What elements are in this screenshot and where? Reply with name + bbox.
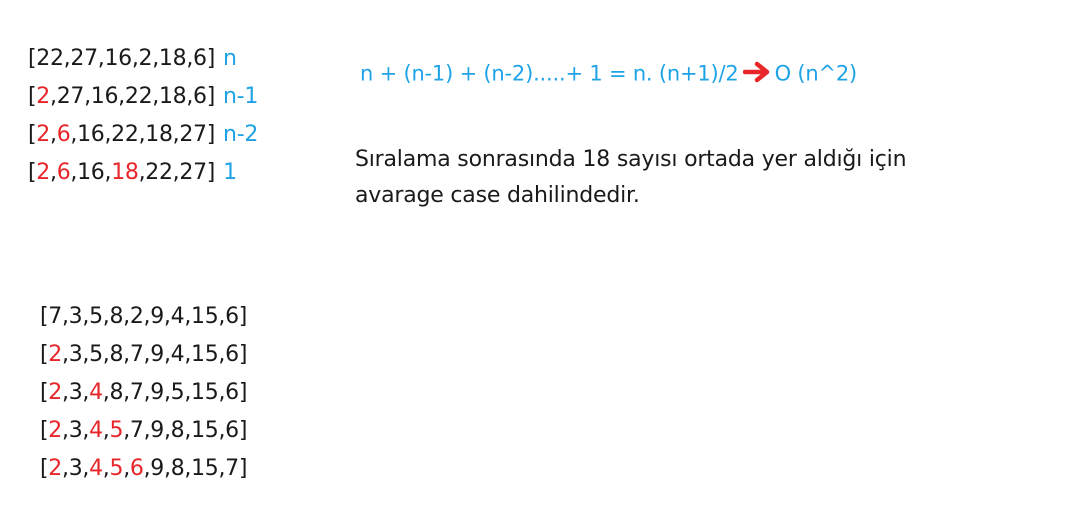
right-arrow-icon [742,61,773,88]
top-array-line: [2,27,16,22,18,6] n-1 [28,86,258,108]
highlighted-number: 2 [48,456,62,481]
array-text: , [102,456,110,481]
bottom-array-line: [2,3,4,5,7,9,8,15,6] [40,420,247,442]
bottom-array-line: [2,3,4,8,7,9,5,15,6] [40,382,247,404]
array-text: , [123,456,130,481]
highlighted-number: 2 [36,122,50,147]
top-array-line: [2,6,16,18,22,27] 1 [28,162,237,184]
array-text: ,8,7,9,5,15,6] [102,380,248,405]
array-text: [7,3,5,8,2,9,4,15,6] [40,304,248,329]
array-text: ,3,5,8,7,9,4,15,6] [62,342,248,367]
array-text: ,22,27] [138,160,216,185]
bottom-array-line: [2,3,5,8,7,9,4,15,6] [40,344,247,366]
array-text: ,16,22,18,27] [70,122,216,147]
step-count-label: n [223,46,237,71]
highlighted-number: 6 [56,122,71,147]
array-text: , [102,418,110,443]
highlighted-number: 5 [109,456,124,481]
highlighted-number: 2 [48,380,62,405]
note-line-2: avarage case dahilindedir. [355,183,640,208]
highlighted-number: 4 [89,456,103,481]
array-text: , [50,160,57,185]
complexity-formula: n + (n-1) + (n-2).....+ 1 = n. (n+1)/2 O … [360,61,857,88]
array-text: , [50,122,57,147]
top-array-line: [22,27,16,2,18,6] n [28,48,237,70]
bottom-array-line: [2,3,4,5,6,9,8,15,7] [40,458,247,480]
note-line-1: Sıralama sonrasında 18 sayısı ortada yer… [355,147,907,172]
formula-text: n + (n-1) + (n-2).....+ 1 = n. (n+1)/2 [360,61,739,86]
highlighted-number: 6 [129,456,144,481]
highlighted-number: 2 [36,84,50,109]
highlighted-number: 18 [111,160,139,185]
step-count-label: n-2 [223,122,259,147]
array-text: [22,27,16,2,18,6] [28,46,216,71]
array-text: ,9,8,15,7] [143,456,248,481]
array-text: ,3, [62,456,90,481]
array-text: ,3, [62,380,90,405]
highlighted-number: 6 [56,160,71,185]
highlighted-number: 5 [109,418,124,443]
array-text: ,3, [62,418,90,443]
highlighted-number: 2 [36,160,50,185]
highlighted-number: 4 [89,380,103,405]
step-count-label: n-1 [223,84,259,109]
highlighted-number: 4 [89,418,103,443]
array-text: ,16, [70,160,112,185]
array-text: ,7,9,8,15,6] [123,418,248,443]
array-text: ,27,16,22,18,6] [50,84,216,109]
complexity-result: O (n^2) [774,61,858,86]
top-array-line: [2,6,16,22,18,27] n-2 [28,124,258,146]
highlighted-number: 2 [48,418,62,443]
highlighted-number: 2 [48,342,62,367]
explanation-note: Sıralama sonrasında 18 sayısı ortada yer… [355,142,907,214]
bottom-array-line: [7,3,5,8,2,9,4,15,6] [40,306,247,328]
step-count-label: 1 [223,160,237,185]
